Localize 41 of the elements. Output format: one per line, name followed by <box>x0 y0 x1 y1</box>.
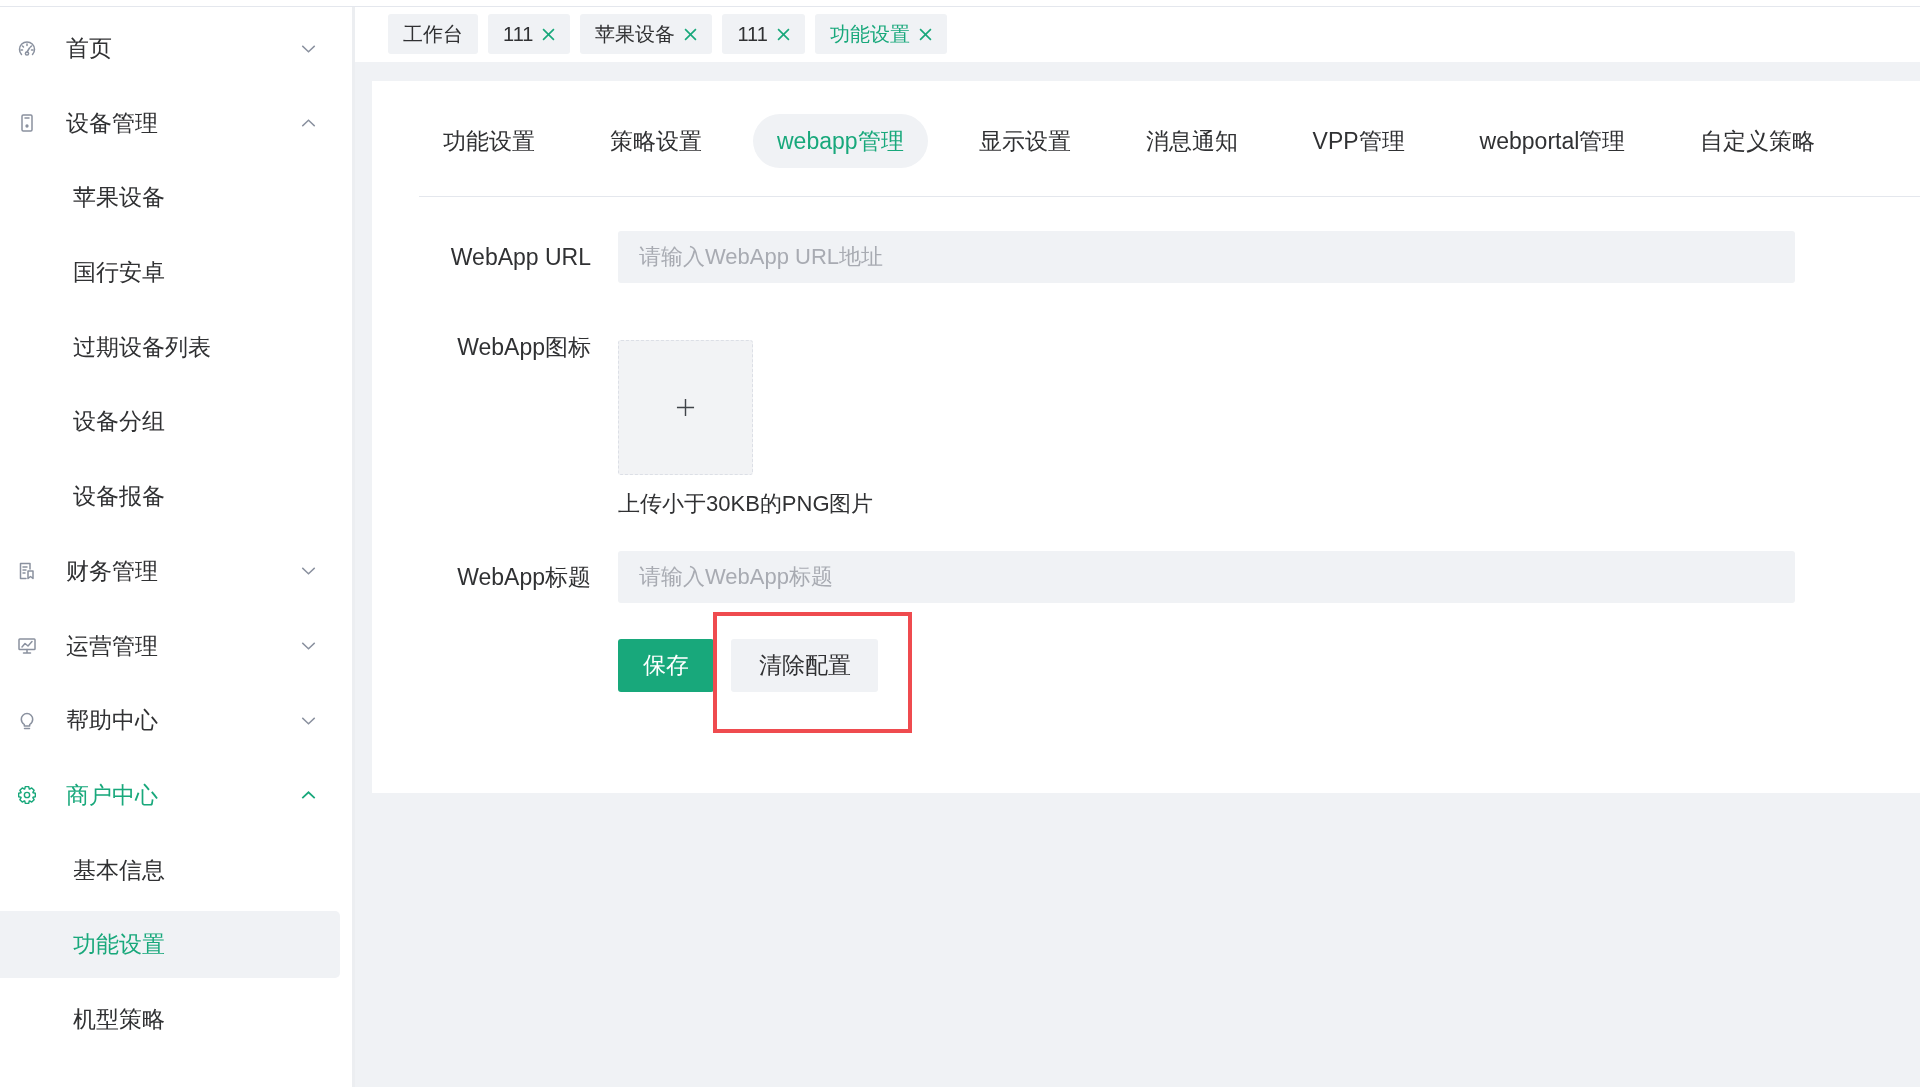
tab[interactable]: 功能设置 <box>419 114 559 168</box>
clear-button[interactable]: 清除配置 <box>731 639 878 692</box>
sidebar-subitem[interactable]: 机型策略 <box>0 985 340 1053</box>
tab[interactable]: webportal管理 <box>1455 114 1650 168</box>
gauge-icon <box>18 39 36 58</box>
field-label: WebApp图标 <box>456 333 591 362</box>
close-icon[interactable] <box>776 27 790 41</box>
document-icon <box>18 562 36 581</box>
input-field[interactable]: 请输入WebApp URL地址 <box>618 231 1795 283</box>
sidebar-subitem[interactable]: 设备分组 <box>0 388 340 456</box>
input-field[interactable]: 请输入WebApp标题 <box>618 551 1795 603</box>
upload-hint: 上传小于30KB的PNG图片 <box>618 490 874 518</box>
sidebar-subitem[interactable]: 苹果设备 <box>0 164 340 232</box>
tab[interactable]: 消息通知 <box>1121 114 1262 168</box>
tab[interactable]: 策略设置 <box>586 114 726 168</box>
sidebar-subitem[interactable]: 设备报备 <box>0 463 340 531</box>
page-tag[interactable]: 111 <box>722 14 805 54</box>
sidebar-item[interactable]: 帮助中心 <box>0 687 340 755</box>
plus-icon <box>676 398 695 417</box>
bulb-icon <box>18 711 36 730</box>
tab[interactable]: 显示设置 <box>954 114 1095 168</box>
tab[interactable]: 自定义策略 <box>1676 114 1840 168</box>
close-icon[interactable] <box>918 27 932 41</box>
close-icon[interactable] <box>684 27 698 41</box>
page-tag[interactable]: 工作台 <box>388 14 478 54</box>
gear-icon <box>18 786 36 805</box>
close-icon[interactable] <box>542 27 556 41</box>
sidebar-item[interactable]: 财务管理 <box>0 537 340 605</box>
sidebar-item[interactable]: 首页 <box>0 15 340 82</box>
field-label: WebApp URL <box>449 243 591 271</box>
sidebar-subitem[interactable]: 过期设备列表 <box>0 313 340 381</box>
sidebar-subitem[interactable]: 基本信息 <box>0 836 340 904</box>
sidebar-item[interactable]: 设备管理 <box>0 89 340 157</box>
page-tag[interactable]: 111 <box>488 14 571 54</box>
monitor-icon <box>18 637 36 655</box>
sidebar-item[interactable]: 运营管理 <box>0 612 340 680</box>
page-tag[interactable]: 苹果设备 <box>580 14 713 54</box>
sidebar-subitem[interactable]: 国行安卓 <box>0 239 340 307</box>
tab[interactable]: VPP管理 <box>1288 114 1429 168</box>
field-label: WebApp标题 <box>456 562 591 592</box>
tablet-icon <box>18 114 36 133</box>
